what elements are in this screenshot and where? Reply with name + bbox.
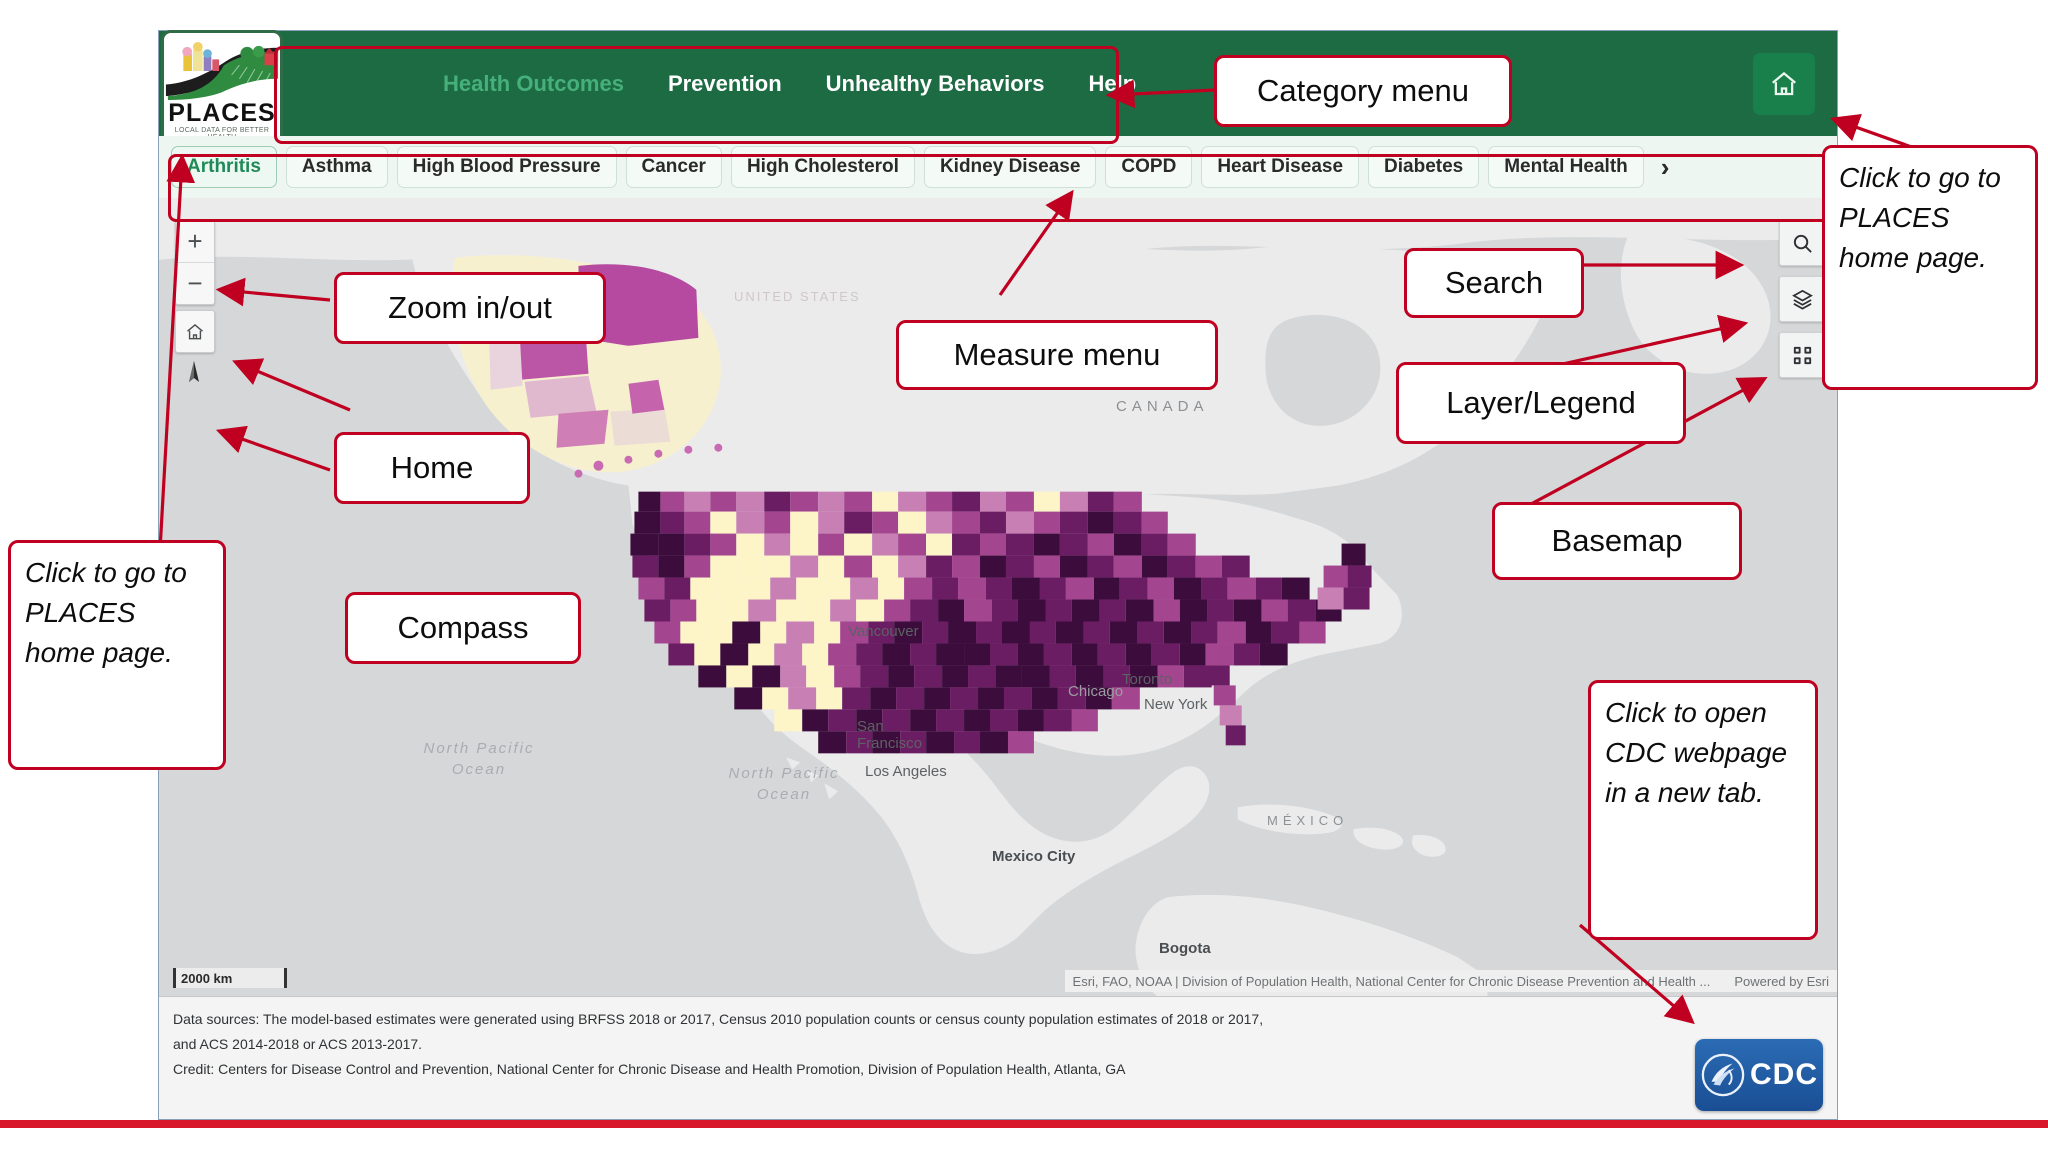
search-icon	[1791, 232, 1814, 255]
bottom-red-rule	[0, 1120, 2048, 1128]
compass-icon	[186, 360, 202, 390]
footer-line-1: Data sources: The model-based estimates …	[173, 1007, 1823, 1032]
category-item-health-outcomes[interactable]: Health Outcomes	[443, 71, 624, 97]
map-canvas[interactable]: UNITED STATES CANADA MÉXICO VENEZUELA No…	[159, 198, 1837, 998]
map-scale-bar: 2000 km	[173, 968, 287, 988]
map-tools[interactable]	[1779, 220, 1823, 388]
layers-icon	[1791, 288, 1814, 311]
zoom-controls[interactable]: + −	[175, 220, 215, 305]
measure-tab-asthma[interactable]: Asthma	[286, 146, 388, 188]
home-icon	[1769, 69, 1799, 99]
home-icon	[185, 322, 205, 342]
map-attribution: Esri, FAO, NOAA | Division of Population…	[1065, 970, 1837, 992]
app-header: PLACES LOCAL DATA FOR BETTER HEALTH Heal…	[159, 31, 1837, 136]
map-home-button[interactable]	[175, 310, 215, 353]
map-compass-button[interactable]	[179, 358, 209, 392]
category-item-prevention[interactable]: Prevention	[668, 71, 782, 97]
measure-tab-copd[interactable]: COPD	[1105, 146, 1192, 188]
basemap-button[interactable]	[1779, 332, 1825, 378]
places-logo-wordmark: PLACES	[164, 99, 280, 128]
places-map-application: PLACES LOCAL DATA FOR BETTER HEALTH Heal…	[158, 30, 1838, 1120]
zoom-out-button[interactable]: −	[176, 262, 214, 304]
category-menu[interactable]: Health Outcomes Prevention Unhealthy Beh…	[443, 55, 1136, 112]
measure-tab-high-blood-pressure[interactable]: High Blood Pressure	[397, 146, 617, 188]
places-logo[interactable]: PLACES LOCAL DATA FOR BETTER HEALTH	[161, 30, 283, 148]
attribution-sources: Esri, FAO, NOAA | Division of Population…	[1073, 974, 1711, 989]
hhs-seal-icon	[1700, 1052, 1746, 1098]
measure-tabs-next-button[interactable]: ›	[1655, 152, 1676, 183]
footer-line-3: Credit: Centers for Disease Control and …	[173, 1057, 1823, 1082]
cdc-logo-text: CDC	[1750, 1058, 1818, 1092]
measure-tab-diabetes[interactable]: Diabetes	[1368, 146, 1479, 188]
map-basemap	[159, 198, 1837, 997]
footer-note: Data sources: The model-based estimates …	[159, 996, 1837, 1119]
footer-line-2: and ACS 2014-2018 or ACS 2013-2017.	[173, 1032, 1823, 1057]
measure-tab-cancer[interactable]: Cancer	[626, 146, 722, 188]
map-scale-label: 2000 km	[176, 971, 232, 986]
callout-places-home-right: Click to go to PLACES home page.	[1822, 145, 2038, 390]
measure-tab-kidney-disease[interactable]: Kidney Disease	[924, 146, 1096, 188]
measure-tab-mental-health[interactable]: Mental Health	[1488, 146, 1644, 188]
category-item-unhealthy-behaviors[interactable]: Unhealthy Behaviors	[826, 71, 1045, 97]
search-button[interactable]	[1779, 220, 1825, 266]
layer-legend-button[interactable]	[1779, 276, 1825, 322]
places-logo-artwork	[164, 39, 280, 103]
header-home-button[interactable]	[1753, 53, 1815, 115]
measure-tab-arthritis[interactable]: Arthritis	[171, 146, 277, 188]
measure-menu[interactable]: Arthritis Asthma High Blood Pressure Can…	[159, 136, 1837, 198]
basemap-grid-icon	[1791, 344, 1814, 367]
zoom-in-button[interactable]: +	[176, 221, 214, 262]
category-item-help[interactable]: Help	[1088, 71, 1136, 97]
measure-tab-high-cholesterol[interactable]: High Cholesterol	[731, 146, 915, 188]
measure-tab-heart-disease[interactable]: Heart Disease	[1201, 146, 1359, 188]
powered-by-esri: Powered by Esri	[1734, 974, 1829, 989]
cdc-logo-button[interactable]: CDC	[1695, 1039, 1823, 1111]
